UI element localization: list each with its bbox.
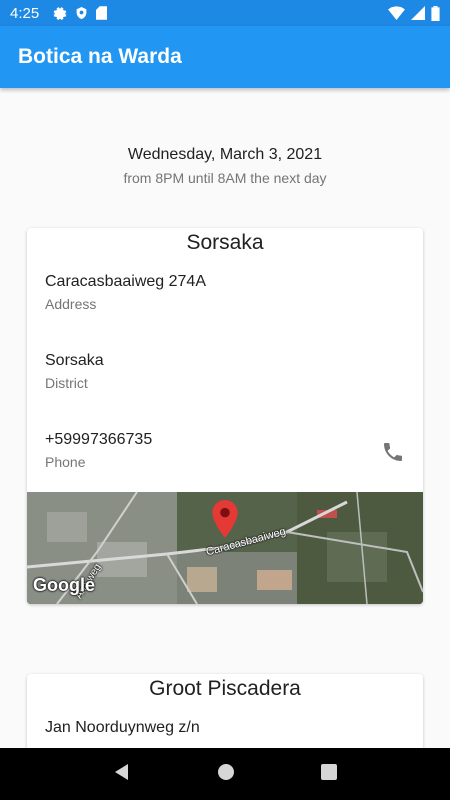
cell-signal-icon xyxy=(411,6,425,20)
address-row: Caracasbaaiweg 274A Address xyxy=(27,258,423,337)
address-label: Address xyxy=(45,296,97,312)
pharmacy-name: Sorsaka xyxy=(186,231,264,254)
pharmacy-list[interactable]: Wednesday, March 3, 2021 from 8PM until … xyxy=(0,88,450,748)
status-bar: 4:25 xyxy=(0,0,450,26)
address-value: Jan Noorduynweg z/n xyxy=(45,719,200,736)
district-row: Sorsaka District xyxy=(27,337,423,416)
address-row: Jan Noorduynweg z/n xyxy=(27,704,423,748)
phone-label: Phone xyxy=(45,454,86,470)
phone-row[interactable]: +59997366735 Phone xyxy=(27,416,423,495)
pharmacy-card: Groot Piscadera Jan Noorduynweg z/n xyxy=(27,674,423,748)
navigation-bar xyxy=(0,748,450,800)
status-time: 4:25 xyxy=(10,4,40,22)
google-logo: Google xyxy=(33,575,95,595)
home-icon[interactable] xyxy=(217,763,235,786)
location-map[interactable]: Caracasbaaiweg Ana weg Google xyxy=(27,492,423,604)
sd-card-icon xyxy=(96,6,108,20)
district-value: Sorsaka xyxy=(45,352,104,369)
wifi-icon xyxy=(388,6,405,20)
pharmacy-name: Groot Piscadera xyxy=(149,677,301,700)
phone-value[interactable]: +59997366735 xyxy=(45,416,423,449)
shield-icon xyxy=(75,6,88,20)
map-pin-icon[interactable] xyxy=(212,500,238,538)
back-icon[interactable] xyxy=(113,763,131,786)
schedule-header: Wednesday, March 3, 2021 from 8PM until … xyxy=(0,146,450,186)
schedule-date: Wednesday, March 3, 2021 xyxy=(127,146,323,163)
battery-icon xyxy=(431,5,440,21)
district-label: District xyxy=(45,375,88,391)
pharmacy-card: Sorsaka Caracasbaaiweg 274A Address Sors… xyxy=(27,228,423,604)
phone-icon[interactable] xyxy=(381,440,405,464)
app-bar: Botica na Warda xyxy=(0,26,450,88)
app-title: Botica na Warda xyxy=(18,45,182,68)
gear-icon xyxy=(53,6,67,20)
schedule-hours: from 8PM until 8AM the next day xyxy=(123,170,327,186)
address-value: Caracasbaaiweg 274A xyxy=(45,273,206,290)
recents-icon[interactable] xyxy=(321,763,337,785)
